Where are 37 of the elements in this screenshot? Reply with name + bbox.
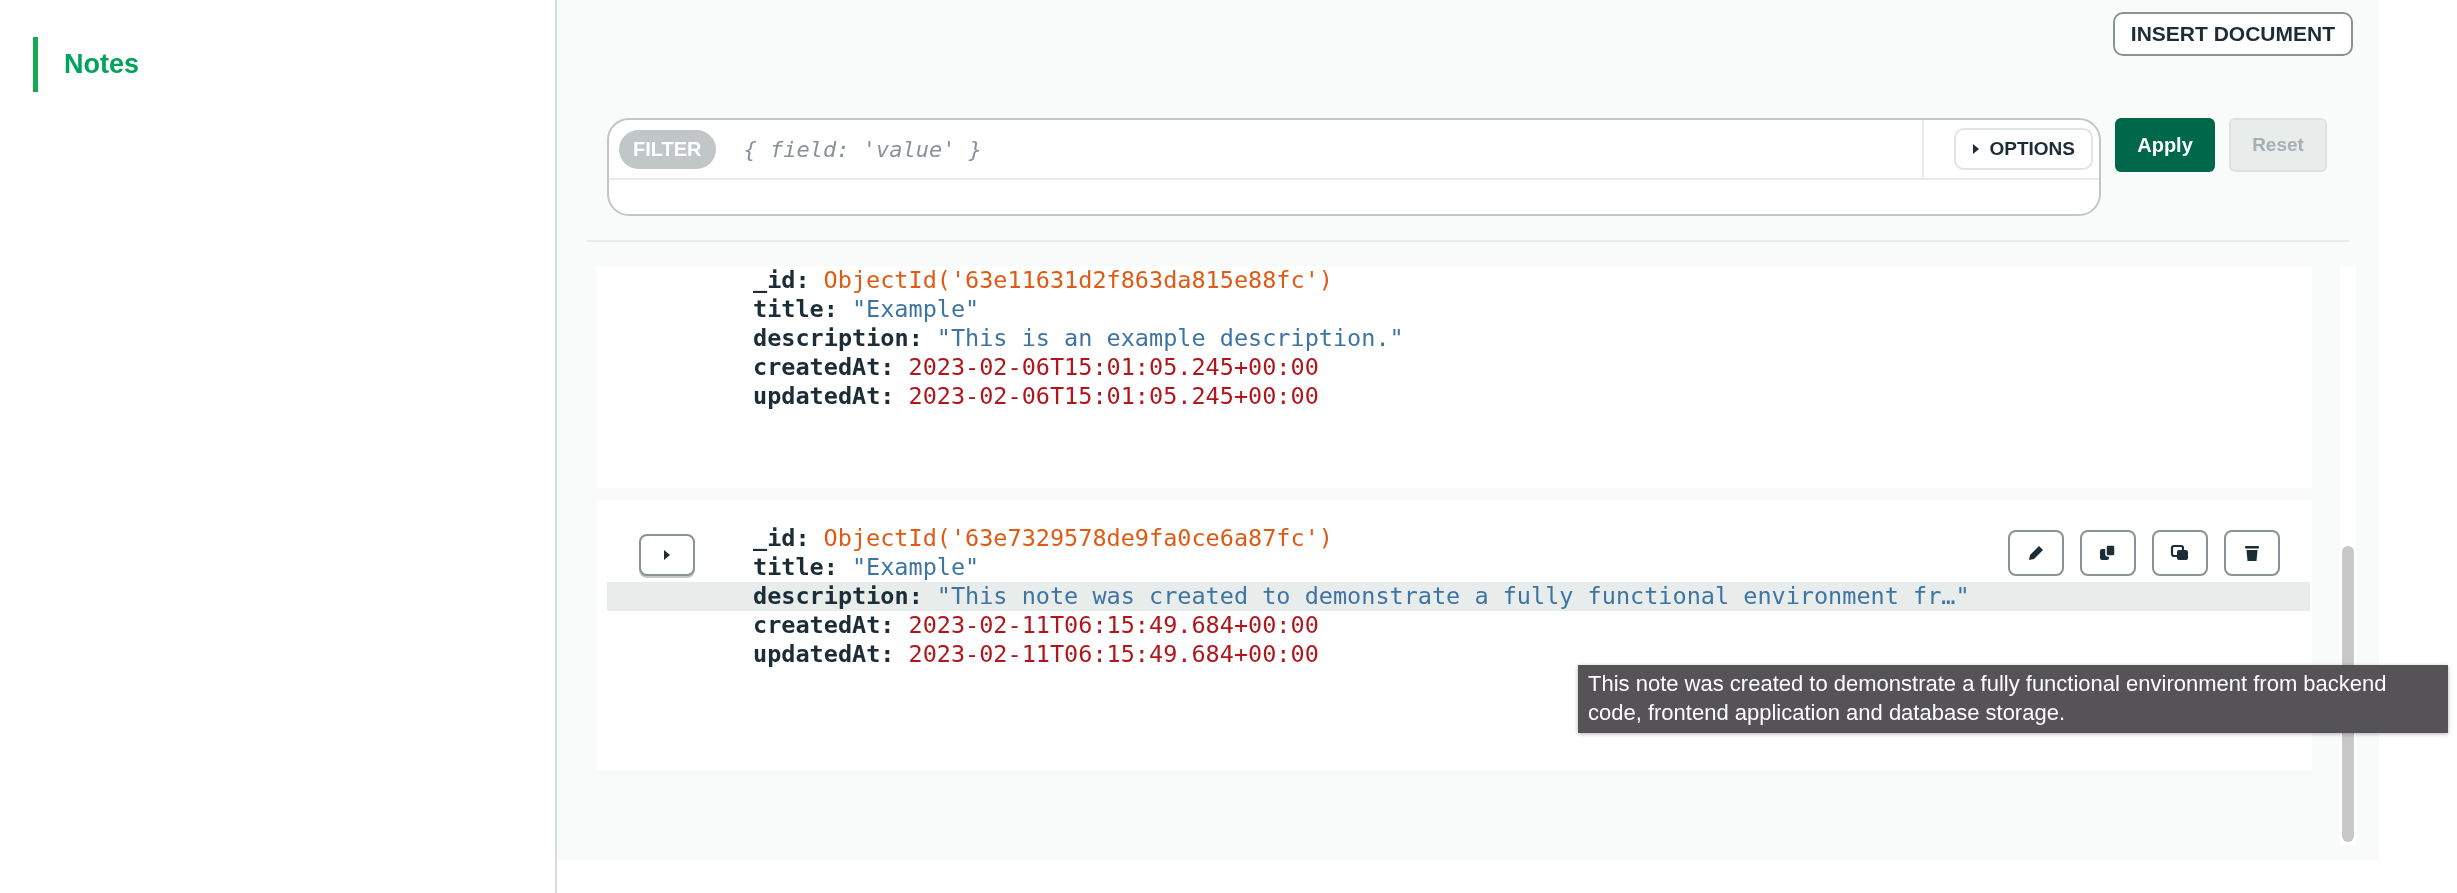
field-value: ObjectId('63e7329578de9fa0ce6a87fc') (823, 524, 1333, 553)
insert-document-button[interactable]: INSERT DOCUMENT (2112, 12, 2353, 56)
tooltip: This note was created to demonstrate a fully functional environment from backend code, frontend application and database storage. (1578, 665, 2448, 733)
field-value: ObjectId('63e11631d2f863da815e88fc') (823, 266, 1333, 295)
caret-icon (663, 550, 671, 560)
options-button[interactable]: OPTIONS (1954, 128, 2093, 170)
caret-icon (1972, 144, 1981, 154)
field-key: title: (753, 295, 838, 324)
delete-button[interactable] (2224, 530, 2280, 576)
field-key: updatedAt: (753, 382, 895, 411)
field-value: 2023-02-11T06:15:49.684+00:00 (908, 611, 1319, 640)
filter-label: FILTER (619, 129, 716, 169)
field-key: _id: (753, 524, 810, 553)
field-key: description: (753, 582, 923, 611)
field-key: updatedAt: (753, 640, 895, 669)
pencil-icon (2026, 543, 2046, 563)
trash-icon (2242, 543, 2262, 563)
apply-button[interactable]: Apply (2115, 118, 2215, 172)
edit-button[interactable] (2008, 530, 2064, 576)
filter-field[interactable]: FILTER { field: 'value' } OPTIONS (607, 118, 2101, 216)
expand-button[interactable] (639, 534, 695, 576)
field-value: 2023-02-11T06:15:49.684+00:00 (908, 640, 1319, 669)
field-key: createdAt: (753, 611, 895, 640)
clone-icon (2170, 543, 2190, 563)
copy-button[interactable] (2080, 530, 2136, 576)
copy-icon (2098, 543, 2118, 563)
field-value: "This is an example description." (936, 324, 1404, 353)
field-key: createdAt: (753, 353, 895, 382)
clone-button[interactable] (2152, 530, 2208, 576)
field-key: title: (753, 553, 838, 582)
field-value: "This note was created to demonstrate a fully functional environment fr…" (936, 582, 1970, 611)
field-value: "Example" (851, 553, 980, 582)
field-key: _id: (753, 266, 810, 295)
field-value: 2023-02-06T15:01:05.245+00:00 (908, 353, 1319, 382)
field-value: 2023-02-06T15:01:05.245+00:00 (908, 382, 1319, 411)
field-key: description: (753, 324, 923, 353)
field-value: "Example" (851, 295, 980, 324)
